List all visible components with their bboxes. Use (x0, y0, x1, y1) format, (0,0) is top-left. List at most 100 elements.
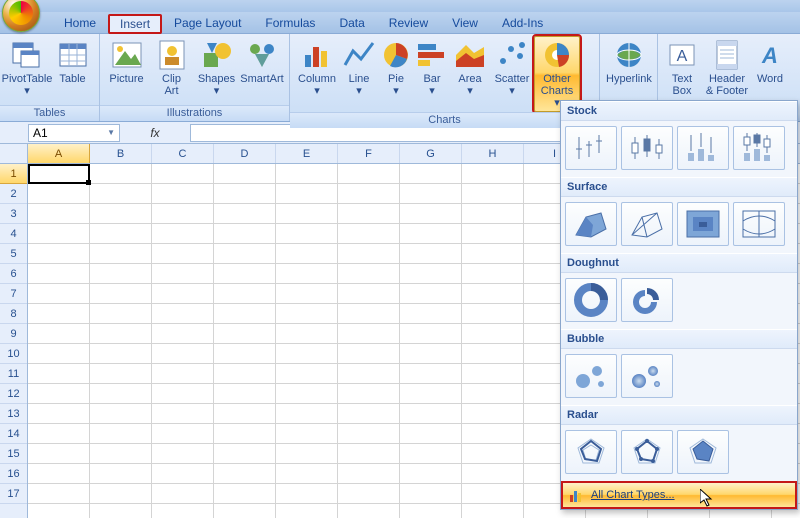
headerfooter-label: Header & Footer (706, 73, 748, 97)
tab-page-layout[interactable]: Page Layout (162, 13, 253, 33)
name-box[interactable]: A1 ▼ (28, 124, 120, 142)
column-label: Column (298, 73, 336, 85)
radar-filled-icon[interactable] (677, 430, 729, 474)
row-header-11[interactable]: 11 (0, 364, 27, 384)
row-header-2[interactable]: 2 (0, 184, 27, 204)
shapes-label: Shapes (198, 73, 235, 85)
tab-view[interactable]: View (440, 13, 490, 33)
name-box-value: A1 (33, 126, 48, 140)
tab-home[interactable]: Home (52, 13, 108, 33)
column-chart-button[interactable]: Column▾ (294, 36, 340, 100)
line-chart-button[interactable]: Line▾ (340, 36, 378, 100)
wordart-button[interactable]: A Word (752, 36, 788, 88)
col-header-G[interactable]: G (400, 144, 462, 163)
hyperlink-button[interactable]: Hyperlink (604, 36, 654, 88)
surface-wirecontour-icon[interactable] (733, 202, 785, 246)
all-chart-types-button[interactable]: All Chart Types... (561, 481, 797, 509)
wordart-label: Word (757, 73, 783, 85)
col-header-E[interactable]: E (276, 144, 338, 163)
area-chart-button[interactable]: Area▾ (450, 36, 490, 100)
group-charts-label: Charts (290, 112, 599, 128)
row-header-1[interactable]: 1 (0, 164, 27, 184)
surface-wire-icon[interactable] (621, 202, 673, 246)
ribbon-tabs: Home Insert Page Layout Formulas Data Re… (0, 12, 800, 34)
clipart-button[interactable]: Clip Art (149, 36, 194, 100)
gallery-section-doughnut: Doughnut (561, 253, 797, 273)
stock-ohlc-icon[interactable] (621, 126, 673, 170)
tab-data[interactable]: Data (327, 13, 376, 33)
smartart-label: SmartArt (240, 73, 283, 85)
col-header-F[interactable]: F (338, 144, 400, 163)
row-header-9[interactable]: 9 (0, 324, 27, 344)
col-header-H[interactable]: H (462, 144, 524, 163)
surface-contour-icon[interactable] (677, 202, 729, 246)
other-label: Other Charts (541, 73, 573, 97)
row-header-15[interactable]: 15 (0, 444, 27, 464)
col-header-C[interactable]: C (152, 144, 214, 163)
row-header-13[interactable]: 13 (0, 404, 27, 424)
scatter-chart-button[interactable]: Scatter▾ (490, 36, 534, 100)
tab-addins[interactable]: Add-Ins (490, 13, 555, 33)
table-button[interactable]: Table (50, 36, 95, 88)
pivottable-label: PivotTable (2, 73, 53, 85)
line-label: Line (349, 73, 370, 85)
name-box-dropdown-icon[interactable]: ▼ (107, 128, 115, 137)
doughnut-exploded-icon[interactable] (621, 278, 673, 322)
select-all-corner[interactable] (0, 144, 28, 164)
row-header-7[interactable]: 7 (0, 284, 27, 304)
row-header-16[interactable]: 16 (0, 464, 27, 484)
tab-review[interactable]: Review (377, 13, 440, 33)
gallery-section-bubble: Bubble (561, 329, 797, 349)
pie-label: Pie (388, 73, 404, 85)
gallery-section-surface: Surface (561, 177, 797, 197)
tab-formulas[interactable]: Formulas (253, 13, 327, 33)
chart-icon (569, 487, 585, 503)
doughnut-icon[interactable] (565, 278, 617, 322)
gallery-section-stock: Stock (561, 101, 797, 121)
stock-vohlc-icon[interactable] (733, 126, 785, 170)
hyperlink-label: Hyperlink (606, 73, 652, 85)
active-cell-A1[interactable] (28, 164, 90, 184)
stock-hlc-icon[interactable] (565, 126, 617, 170)
headerfooter-button[interactable]: Header & Footer (702, 36, 752, 100)
fx-label[interactable]: fx (120, 126, 190, 140)
svg-text:A: A (761, 43, 778, 68)
row-header-17[interactable]: 17 (0, 484, 27, 504)
scatter-label: Scatter (495, 73, 530, 85)
textbox-label: Text Box (672, 73, 692, 97)
row-header-14[interactable]: 14 (0, 424, 27, 444)
surface-3d-icon[interactable] (565, 202, 617, 246)
radar-markers-icon[interactable] (621, 430, 673, 474)
row-header-3[interactable]: 3 (0, 204, 27, 224)
col-header-D[interactable]: D (214, 144, 276, 163)
shapes-button[interactable]: Shapes▾ (194, 36, 239, 100)
row-header-12[interactable]: 12 (0, 384, 27, 404)
radar-icon[interactable] (565, 430, 617, 474)
row-header-10[interactable]: 10 (0, 344, 27, 364)
all-chart-types-label: All Chart Types... (591, 489, 675, 501)
row-header-8[interactable]: 8 (0, 304, 27, 324)
stock-vhlc-icon[interactable] (677, 126, 729, 170)
row-header-4[interactable]: 4 (0, 224, 27, 244)
gallery-section-radar: Radar (561, 405, 797, 425)
textbox-button[interactable]: A Text Box (662, 36, 702, 100)
bubble-icon[interactable] (565, 354, 617, 398)
group-illus-label: Illustrations (100, 105, 289, 121)
bar-label: Bar (423, 73, 440, 85)
mouse-cursor-icon (700, 489, 714, 507)
row-header-5[interactable]: 5 (0, 244, 27, 264)
pie-chart-button[interactable]: Pie▾ (378, 36, 414, 100)
tab-insert[interactable]: Insert (108, 14, 162, 34)
picture-button[interactable]: Picture (104, 36, 149, 88)
area-label: Area (458, 73, 481, 85)
row-header-6[interactable]: 6 (0, 264, 27, 284)
pivottable-button[interactable]: PivotTable▾ (4, 36, 50, 100)
bubble-3d-icon[interactable] (621, 354, 673, 398)
picture-label: Picture (109, 73, 143, 85)
clipart-label: Clip Art (162, 73, 181, 97)
smartart-button[interactable]: SmartArt (239, 36, 285, 88)
row-headers[interactable]: 1234567891011121314151617 (0, 144, 28, 518)
col-header-B[interactable]: B (90, 144, 152, 163)
col-header-A[interactable]: A (28, 144, 90, 163)
bar-chart-button[interactable]: Bar▾ (414, 36, 450, 100)
